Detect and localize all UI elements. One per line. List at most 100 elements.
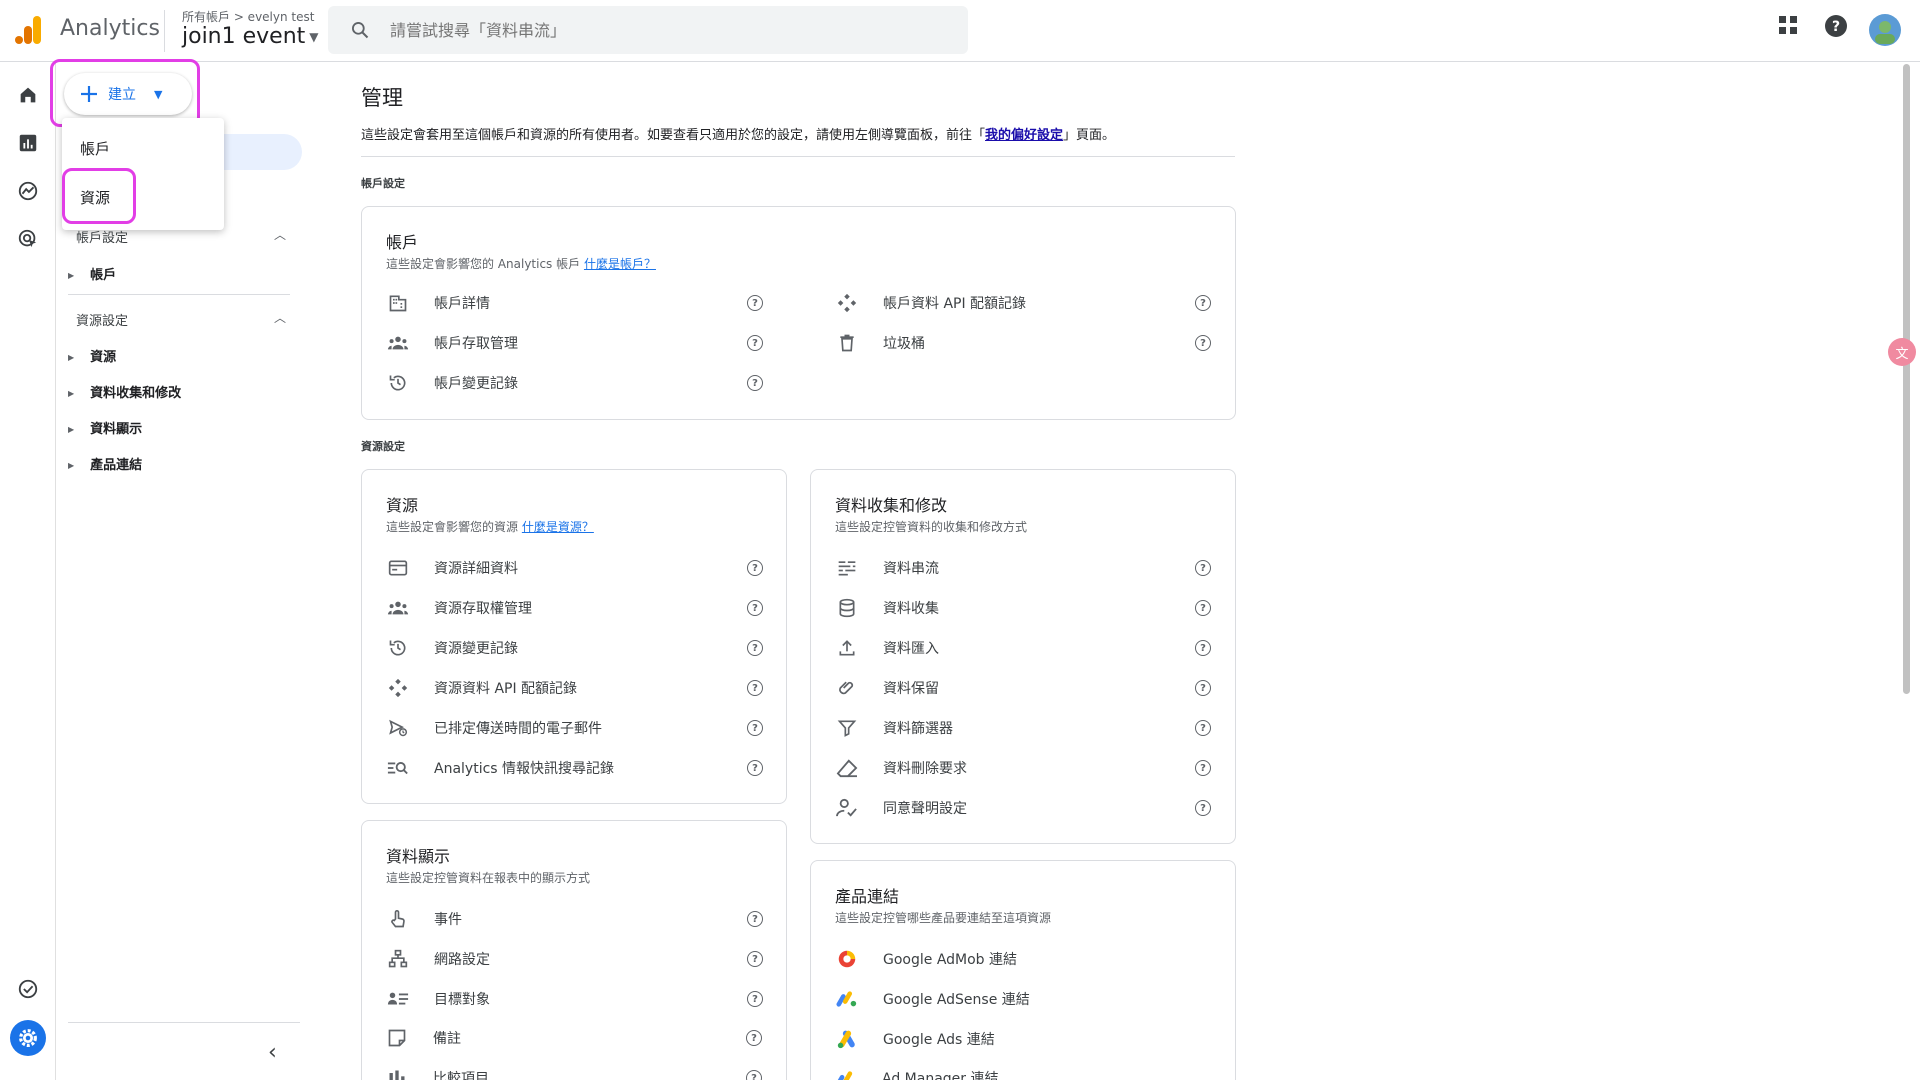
sidebar-item-data-collection[interactable]: ▶ 資料收集和修改 — [68, 382, 181, 401]
page-scrollbar[interactable] — [1903, 64, 1910, 694]
row-label: 比較項目 — [433, 1071, 489, 1080]
product-links-card: 產品連結 這些設定控管哪些產品要連結至這項資源 Google AdMob 連結 … — [810, 860, 1236, 1080]
adsense-links-row[interactable]: Google AdSense 連結 — [835, 987, 1030, 1011]
property-access-row[interactable]: 資源存取權管理 — [386, 596, 532, 620]
help-circle-icon[interactable]: ? — [747, 991, 763, 1007]
search-icon — [352, 22, 369, 39]
property-change-history-row[interactable]: 資源變更記錄 — [386, 636, 518, 660]
card-title: 資料收集和修改 — [835, 496, 948, 515]
help-circle-icon[interactable]: ? — [1195, 295, 1211, 311]
account-change-history-row[interactable]: 帳戶變更記錄 — [386, 371, 518, 395]
data-retention-row[interactable]: 資料保留 — [835, 676, 939, 700]
translate-extension-icon[interactable]: 文 — [1888, 338, 1916, 366]
data-import-row[interactable]: 資料匯入 — [835, 636, 939, 660]
help-circle-icon[interactable]: ? — [1195, 600, 1211, 616]
help-circle-icon[interactable]: ? — [1195, 720, 1211, 736]
data-filters-row[interactable]: 資料篩選器 — [835, 716, 953, 740]
setup-assistant-icon[interactable] — [15, 976, 41, 1002]
help-circle-icon[interactable]: ? — [747, 295, 763, 311]
annotations-row[interactable]: 備註 — [385, 1026, 461, 1050]
expand-arrow-icon: ▶ — [68, 389, 75, 398]
scheduled-emails-row[interactable]: 已排定傳送時間的電子郵件 — [386, 716, 602, 740]
streams-icon — [835, 556, 859, 580]
collapse-chevron-icon[interactable]: ‹ — [268, 1040, 277, 1065]
events-row[interactable]: 事件 — [386, 907, 462, 931]
comparisons-row[interactable]: 比較項目 — [385, 1066, 489, 1080]
apps-grid-icon[interactable] — [1777, 14, 1799, 36]
sidebar-item-account[interactable]: ▶ 帳戶 — [68, 264, 116, 283]
card-subtitle: 這些設定控管哪些產品要連結至這項資源 — [835, 911, 1052, 925]
expand-arrow-icon: ▶ — [68, 271, 75, 280]
avatar[interactable] — [1869, 14, 1901, 46]
card-subtitle: 這些設定控管資料的收集和修改方式 — [835, 520, 1028, 534]
history-icon — [386, 371, 410, 395]
admin-gear-icon[interactable] — [10, 1020, 46, 1056]
help-circle-icon[interactable]: ? — [747, 680, 763, 696]
help-circle-icon[interactable]: ? — [1195, 640, 1211, 656]
help-circle-icon[interactable]: ? — [1195, 760, 1211, 776]
google-ads-links-row[interactable]: Google Ads 連結 — [835, 1027, 995, 1051]
what-is-property-link[interactable]: 什麼是資源？ — [522, 520, 594, 534]
help-circle-icon[interactable]: ? — [747, 335, 763, 351]
breadcrumb[interactable]: 所有帳戶 > evelyn test — [182, 8, 314, 25]
sidebar-item-data-display[interactable]: ▶ 資料顯示 — [68, 418, 142, 437]
data-collection-row[interactable]: 資料收集 — [835, 596, 939, 620]
search-input[interactable] — [390, 6, 950, 54]
card-subtitle: 這些設定控管資料在報表中的顯示方式 — [386, 871, 591, 885]
what-is-account-link[interactable]: 什麼是帳戶？ — [584, 257, 656, 271]
property-settings-header[interactable]: 資源設定 — [76, 310, 128, 329]
help-circle-icon[interactable]: ? — [1195, 800, 1211, 816]
menu-item-account[interactable]: 帳戶 — [80, 138, 110, 159]
search-bar[interactable] — [328, 6, 968, 54]
trash-row[interactable]: 垃圾桶 — [835, 331, 925, 355]
property-api-quota-row[interactable]: 資源資料 API 配額記錄 — [386, 676, 577, 700]
account-api-quota-row[interactable]: 帳戶資料 API 配額記錄 — [835, 291, 1026, 315]
admob-links-row[interactable]: Google AdMob 連結 — [835, 947, 1017, 971]
data-deletion-row[interactable]: 資料刪除要求 — [835, 756, 967, 780]
audiences-row[interactable]: 目標對象 — [386, 987, 490, 1011]
property-selector[interactable]: join1 event ▼ — [182, 24, 319, 49]
help-circle-icon[interactable]: ? — [747, 911, 763, 927]
row-label: 資料篩選器 — [883, 721, 953, 737]
help-circle-icon[interactable]: ? — [747, 375, 763, 391]
help-circle-icon[interactable]: ? — [747, 560, 763, 576]
home-icon[interactable] — [15, 82, 41, 108]
chevron-up-icon[interactable]: ︿ — [274, 309, 286, 326]
chevron-up-icon[interactable]: ︿ — [274, 226, 286, 243]
reports-icon[interactable] — [15, 130, 41, 156]
network-settings-row[interactable]: 網路設定 — [386, 947, 490, 971]
account-details-row[interactable]: 帳戶詳情 — [386, 291, 490, 315]
help-circle-icon[interactable]: ? — [747, 720, 763, 736]
person-check-icon — [835, 796, 859, 820]
account-settings-header[interactable]: 帳戶設定 — [76, 227, 128, 246]
data-streams-row[interactable]: 資料串流 — [835, 556, 939, 580]
help-circle-icon[interactable]: ? — [1195, 335, 1211, 351]
account-access-row[interactable]: 帳戶存取管理 — [386, 331, 518, 355]
insights-search-history-row[interactable]: Analytics 情報快訊搜尋記錄 — [386, 756, 614, 780]
sidebar-item-property[interactable]: ▶ 資源 — [68, 346, 116, 365]
explore-icon[interactable] — [15, 178, 41, 204]
row-label: Google AdSense 連結 — [883, 992, 1030, 1008]
help-circle-icon[interactable]: ? — [747, 600, 763, 616]
help-circle-icon[interactable]: ? — [747, 760, 763, 776]
help-circle-icon[interactable]: ? — [1195, 560, 1211, 576]
property-option-highlight — [62, 168, 136, 224]
ad-manager-links-row[interactable]: Ad Manager 連結 — [834, 1066, 998, 1080]
row-label: 資源存取權管理 — [434, 601, 532, 617]
help-circle-icon[interactable]: ? — [746, 1030, 762, 1046]
consent-settings-row[interactable]: 同意聲明設定 — [835, 796, 967, 820]
my-preferences-link[interactable]: 我的偏好設定 — [985, 128, 1063, 143]
building-icon — [386, 291, 410, 315]
property-card: 資源 這些設定會影響您的資源 什麼是資源？ 資源詳細資料 ? 資源存取權管理 ?… — [361, 469, 787, 804]
help-icon[interactable]: ? — [1824, 14, 1848, 38]
help-circle-icon[interactable]: ? — [747, 951, 763, 967]
advertising-icon[interactable] — [15, 226, 41, 252]
card-title: 資源 — [386, 496, 419, 515]
help-circle-icon[interactable]: ? — [746, 1070, 762, 1080]
help-circle-icon[interactable]: ? — [747, 640, 763, 656]
property-details-row[interactable]: 資源詳細資料 — [386, 556, 518, 580]
sidebar-item-product-links[interactable]: ▶ 產品連結 — [68, 454, 142, 473]
card-title: 帳戶 — [386, 233, 419, 252]
analytics-logo-icon[interactable] — [14, 15, 44, 45]
help-circle-icon[interactable]: ? — [1195, 680, 1211, 696]
